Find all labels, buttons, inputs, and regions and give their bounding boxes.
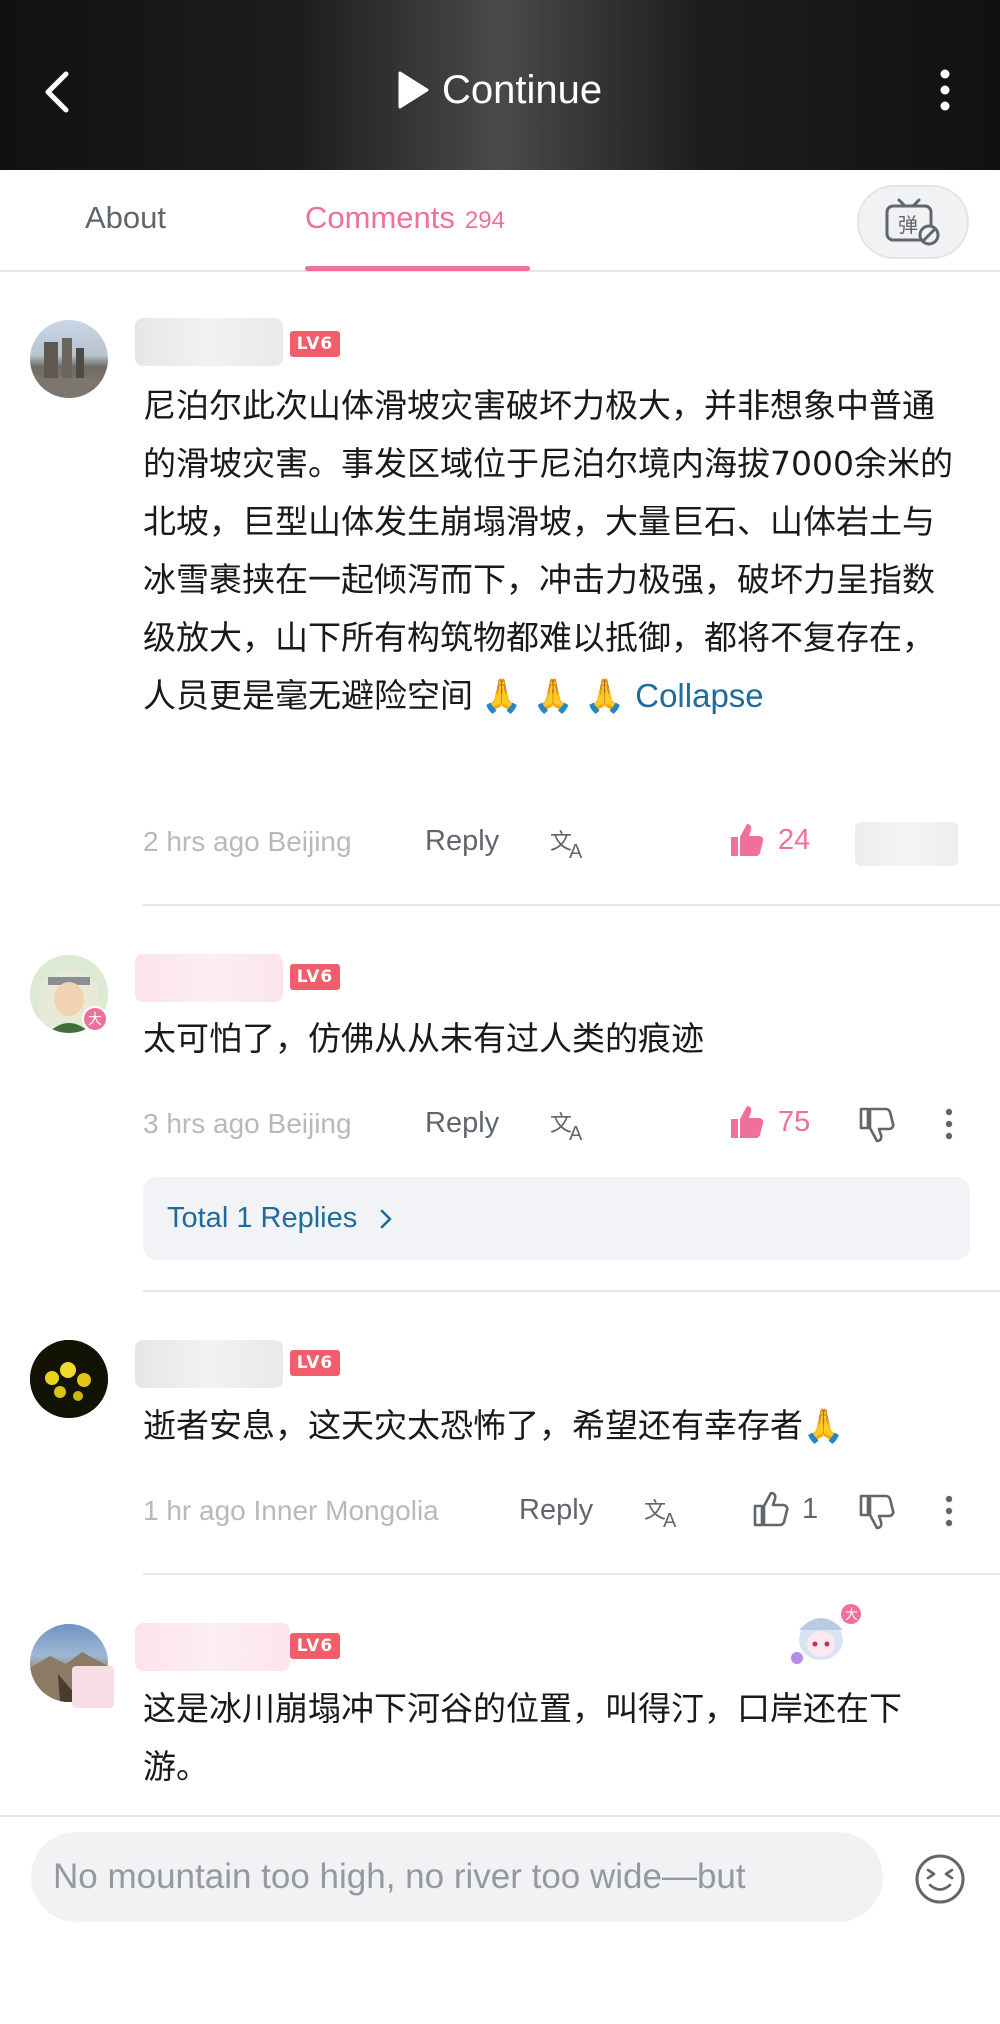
comment-input[interactable]: No mountain too high, no river too wide—… <box>31 1832 883 1922</box>
comment-divider <box>143 904 1000 906</box>
username-blurred[interactable] <box>135 1623 290 1671</box>
collapse-link[interactable]: Collapse <box>635 677 763 714</box>
replies-count-label: Total 1 Replies <box>167 1202 358 1234</box>
translate-icon[interactable]: 文 A <box>643 1491 683 1531</box>
comment-divider <box>143 1573 1000 1575</box>
comment-text: 逝者安息，这天灾太恐怖了，希望还有幸存者🙏 <box>143 1406 845 1445</box>
svg-text:大: 大 <box>845 1608 858 1623</box>
continue-label: Continue <box>442 67 603 112</box>
like-count: 1 <box>802 1492 819 1525</box>
pray-emoji: 🙏 🙏 🙏 <box>481 676 626 715</box>
translate-icon[interactable]: 文 A <box>549 1104 589 1144</box>
thumbs-down-icon[interactable] <box>857 1492 897 1532</box>
chevron-right-icon <box>380 1209 392 1228</box>
comment-divider <box>143 1290 1000 1292</box>
avatar-photo <box>30 338 108 398</box>
blurred-action <box>855 822 958 866</box>
comment-composer: No mountain too high, no river too wide—… <box>0 1815 1000 2024</box>
reply-button[interactable]: Reply <box>425 1107 499 1140</box>
comment-time-location: 1 hr ago Inner Mongolia <box>143 1495 439 1526</box>
comment-text: 太可怕了，仿佛从从未有过人类的痕迹 <box>143 1019 704 1058</box>
continue-button[interactable]: Continue <box>396 60 602 120</box>
comment-meta: 2 hrs ago Beijing <box>143 817 352 867</box>
like-count: 75 <box>778 1105 811 1138</box>
like-button[interactable]: 24 <box>728 821 810 859</box>
avatar[interactable] <box>30 1340 108 1418</box>
comment-text: 这是冰川崩塌冲下河谷的位置，叫得汀，口岸还在下游。 <box>143 1689 902 1786</box>
like-button[interactable]: 1 <box>752 1490 818 1528</box>
reply-button[interactable]: Reply <box>519 1494 593 1527</box>
tab-bar: About Comments 294 弹 <box>0 170 1000 272</box>
avatar-lights <box>30 1340 108 1418</box>
comments-count: 294 <box>464 207 505 234</box>
username-blurred[interactable] <box>135 318 283 366</box>
comment-text: 尼泊尔此次山体滑坡灾害破坏力极大，并非想象中普通的滑坡灾害。事发区域位于尼泊尔境… <box>143 377 963 725</box>
username-blurred[interactable] <box>135 1340 283 1388</box>
comment-time-location: 2 hrs ago Beijing <box>143 826 352 857</box>
level-badge: LV6 <box>290 964 340 990</box>
level-badge: LV6 <box>290 1350 340 1376</box>
thumbs-up-icon <box>753 1491 789 1527</box>
tab-about[interactable]: About <box>85 200 166 236</box>
comment-time-location: 3 hrs ago Beijing <box>143 1108 352 1139</box>
avatar[interactable] <box>30 320 108 398</box>
reply-button[interactable]: Reply <box>425 825 499 858</box>
svg-text:A: A <box>569 841 583 862</box>
level-badge: LV6 <box>290 331 340 357</box>
back-icon[interactable] <box>34 62 84 122</box>
more-icon[interactable] <box>930 60 960 120</box>
like-button[interactable]: 75 <box>728 1103 810 1141</box>
user-decoration-sticker: 大 <box>785 1600 865 1670</box>
comment-more-icon[interactable] <box>941 1491 957 1531</box>
svg-text:A: A <box>569 1123 583 1144</box>
like-count: 24 <box>778 823 811 856</box>
comment-more-icon[interactable] <box>941 1104 957 1144</box>
danmaku-off-icon: 弹 <box>885 198 940 246</box>
view-replies-button[interactable]: Total 1 Replies <box>143 1177 970 1260</box>
comment-meta: 3 hrs ago Beijing <box>143 1099 352 1149</box>
comment-body: 尼泊尔此次山体滑坡灾害破坏力极大，并非想象中普通的滑坡灾害。事发区域位于尼泊尔境… <box>143 386 953 715</box>
active-tab-indicator <box>305 266 530 271</box>
thumbs-down-icon[interactable] <box>857 1105 897 1145</box>
tab-comments[interactable]: Comments 294 <box>305 200 505 236</box>
thumbs-up-filled-icon <box>731 1106 764 1138</box>
svg-text:A: A <box>663 1510 677 1531</box>
tab-comments-label: Comments <box>305 200 455 235</box>
emoji-icon[interactable] <box>913 1852 967 1906</box>
comment-meta: 1 hr ago Inner Mongolia <box>143 1486 439 1536</box>
translate-icon[interactable]: 文 A <box>549 822 589 862</box>
username-blurred[interactable] <box>135 954 283 1002</box>
thumbs-up-filled-icon <box>731 824 764 856</box>
avatar-badge-blurred <box>72 1666 114 1708</box>
danmaku-toggle-button[interactable]: 弹 <box>857 185 969 259</box>
play-icon <box>398 71 429 109</box>
level-badge: LV6 <box>290 1633 340 1659</box>
vip-badge: 大 <box>82 1006 108 1032</box>
video-header: Continue <box>0 0 1000 170</box>
svg-text:弹: 弹 <box>898 213 918 237</box>
